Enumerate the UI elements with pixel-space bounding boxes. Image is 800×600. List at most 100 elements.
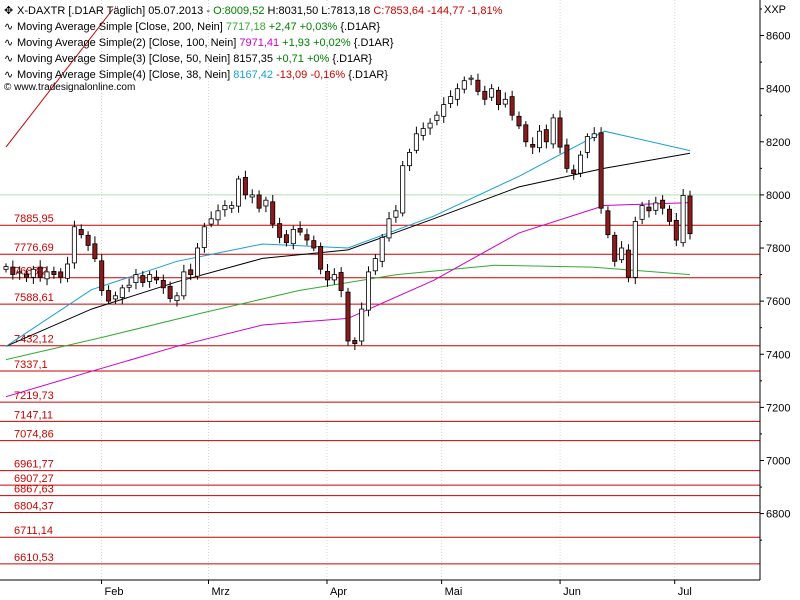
candle (612, 231, 618, 267)
indicator-value: 7971,41 (239, 37, 279, 49)
candle-body-up (454, 88, 460, 100)
ohlc-value: H:8031,50 L:7813,18 (264, 5, 373, 17)
indicator-icon: ∿ (4, 53, 13, 65)
candle-body-down (23, 273, 29, 278)
level-label: 7219,73 (14, 390, 54, 402)
candle-body-up (420, 128, 426, 136)
candle-body-up (65, 263, 71, 279)
candle-body-up (3, 266, 9, 270)
candle-body-up (461, 80, 467, 90)
candle-body-up (584, 136, 590, 153)
candle-body-down (256, 194, 262, 209)
level-label: 7337,1 (14, 359, 48, 371)
candle-body-up (359, 308, 365, 342)
candle-body-down (58, 271, 64, 278)
candle-body-down (564, 144, 570, 169)
candle-body-up (427, 122, 433, 129)
y-tick-label: 7600 (766, 296, 790, 308)
candle-body-up (194, 247, 200, 277)
candle-body-up (112, 295, 118, 300)
candle-body-up (263, 199, 269, 207)
instrument-title: X-DAXTR [.D1AR Täglich] 05.07.2013 - O:8… (17, 5, 503, 17)
candle-body-down (160, 279, 166, 289)
chart-window: 7885,957776,697688,27588,617432,127337,1… (0, 0, 800, 600)
indicator-icon: ∿ (4, 21, 13, 33)
candle-body-down (482, 90, 488, 100)
candle-body-up (235, 178, 241, 207)
level-label: 7776,69 (14, 242, 54, 254)
x-tick-label: Mrz (212, 586, 230, 598)
candle-body-up (229, 205, 235, 209)
level-label: 6711,14 (14, 525, 53, 537)
level-label: 6804,37 (14, 500, 54, 512)
indicator-label: Moving Average Simple [Close, 200, Nein] (17, 21, 226, 33)
candle (345, 287, 351, 346)
candle-body-up (174, 295, 180, 301)
indicator-change: -13,09 -0,16% (273, 69, 348, 81)
level-label: 7885,95 (14, 213, 54, 225)
level-label: 7074,86 (14, 429, 54, 441)
candle-body-down (516, 115, 522, 127)
candle-body-down (99, 260, 105, 291)
indicator-value: 8167,42 (233, 69, 273, 81)
candle-body-up (249, 194, 255, 198)
candle-body-down (37, 266, 43, 278)
candle-body-up (386, 218, 392, 239)
candle-body-up (372, 258, 378, 272)
candle (365, 266, 371, 317)
candle-body-down (687, 195, 693, 235)
candle-body-up (400, 165, 406, 214)
candle-body-down (543, 129, 549, 143)
level-label: 7588,61 (14, 292, 54, 304)
x-tick-label: Jul (678, 586, 692, 598)
candle-body-down (571, 169, 577, 174)
candle-body-up (222, 205, 228, 211)
candle-body-down (92, 243, 98, 260)
y-tick-label: 6800 (766, 509, 790, 521)
candle-body-up (290, 228, 296, 245)
ohlc-value: C:7853,64 -144,77 -1,81% (373, 5, 502, 17)
candle-body-down (475, 79, 481, 92)
indicator-legend: Moving Average Simple(3) [Close, 50, Nei… (17, 53, 372, 65)
candle-body-up (215, 210, 221, 221)
candle-body-down (523, 124, 529, 143)
candle-body-up (406, 151, 412, 167)
indicator-value: 8157,35 (233, 53, 273, 65)
indicator-change: +1,93 +0,02% (279, 37, 354, 49)
indicator-change: +2,47 +0,03% (266, 21, 341, 33)
candle-body-down (625, 249, 631, 278)
level-label: 7147,11 (14, 409, 53, 421)
level-label: 6961,77 (14, 459, 54, 471)
instrument-title-prefix: X-DAXTR [.D1AR Täglich] 05.07.2013 - (17, 5, 213, 17)
candle-body-up (119, 287, 125, 298)
candle-body-down (324, 270, 330, 281)
candle (71, 220, 77, 269)
candle-body-up (17, 271, 23, 274)
candle-body-up (468, 77, 474, 80)
axis-corner-label: XXP (764, 4, 786, 16)
candle-body-down (495, 89, 501, 106)
ohlc-value: O:8009,52 (213, 5, 264, 17)
indicator-label: Moving Average Simple(4) [Close, 38, Nei… (17, 69, 233, 81)
candle-body-down (338, 272, 344, 292)
candle-body-up (441, 104, 447, 117)
indicator-suffix: {.D1AR} (348, 69, 388, 81)
candle (400, 160, 406, 217)
candle-body-down (509, 96, 515, 116)
candle-body-down (106, 290, 112, 302)
indicator-legend: Moving Average Simple(4) [Close, 38, Nei… (17, 69, 388, 81)
y-tick-label: 8600 (766, 31, 790, 43)
candle-body-down (660, 199, 666, 209)
candle (625, 244, 631, 283)
candle-body-down (277, 223, 283, 238)
indicator-change: +0,71 +0% (273, 53, 332, 65)
candle-body-down (153, 276, 159, 281)
candle-body-up (639, 205, 645, 220)
candle-body-up (537, 130, 543, 149)
indicator-legend: Moving Average Simple(2) [Close, 100, Ne… (17, 37, 394, 49)
candle (687, 190, 693, 240)
x-tick-label: Jun (563, 586, 581, 598)
candle-body-up (591, 133, 597, 138)
y-tick-label: 7200 (766, 402, 790, 414)
candle-body-up (619, 247, 625, 261)
